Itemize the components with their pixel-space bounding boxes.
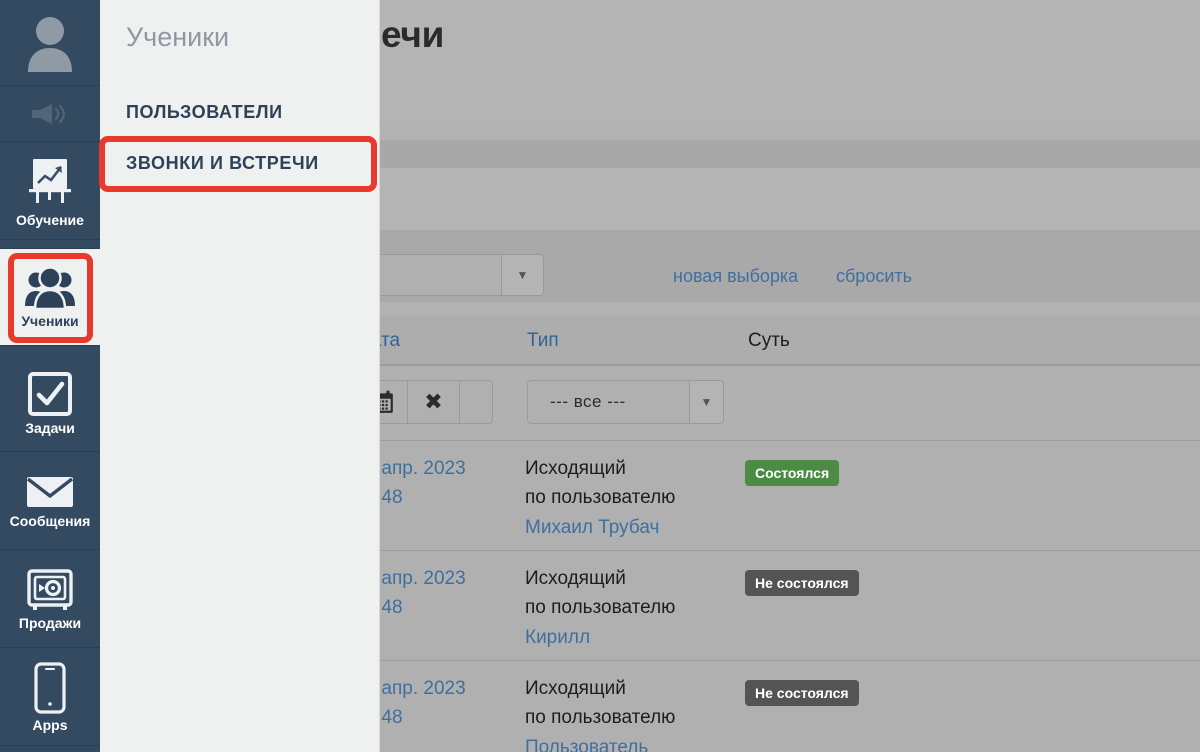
rail-spacer [0, 346, 100, 354]
sidebar-item-students[interactable]: Ученики [0, 248, 100, 346]
close-icon: ✖ [424, 389, 443, 414]
clear-date-button[interactable]: ✖ [408, 381, 460, 423]
type-filter-value[interactable]: --- все --- [528, 381, 689, 423]
cell-type-subject: по пользователю [525, 597, 676, 619]
column-header-essence: Суть [748, 330, 790, 351]
status-badge: Состоялся [745, 460, 840, 486]
user-avatar-icon [24, 14, 76, 72]
sidebar-item-label: Задачи [25, 419, 75, 436]
type-filter-dropdown[interactable]: --- все --- ▼ [527, 380, 724, 424]
sidebar-item-label: Продажи [18, 614, 82, 631]
cell-type-subject: по пользователю [525, 487, 676, 509]
new-selection-link[interactable]: новая выборка [673, 266, 798, 287]
panel-item-calls-and-meetings[interactable]: ЗВОНКИ И ВСТРЕЧИ [100, 146, 379, 180]
sidebar-item-messages[interactable]: Сообщения [0, 452, 100, 550]
checkbox-check-icon [27, 371, 73, 417]
sidebar-item-label: Ученики [21, 313, 79, 329]
app-screen: ...стречи ▼ новая выборка сбросить емое … [0, 0, 1200, 752]
safe-box-icon [26, 568, 74, 612]
sidebar-item-label: Обучение [16, 211, 84, 228]
megaphone-icon [30, 102, 70, 126]
cell-type-direction: Исходящий [525, 568, 626, 589]
cell-type: Исходящий по пользователю Пользователь [525, 674, 675, 752]
chevron-down-icon[interactable]: ▼ [689, 381, 723, 423]
cell-type-user-link[interactable]: Михаил Трубач [525, 513, 675, 542]
cell-type-direction: Исходящий [525, 678, 626, 699]
status-badge: Не состоялся [745, 570, 859, 596]
group-people-icon [23, 266, 77, 310]
sidebar-item-announcements[interactable] [0, 86, 100, 142]
cell-type: Исходящий по пользователю Михаил Трубач [525, 454, 675, 542]
sidebar-item-label: Сообщения [9, 512, 91, 529]
envelope-icon [25, 474, 75, 510]
presentation-chart-icon [23, 155, 77, 209]
chevron-down-icon[interactable]: ▼ [501, 255, 543, 295]
date-filter-spacer[interactable] [460, 381, 492, 423]
sidebar-item-label: Apps [32, 716, 68, 733]
sidebar-item-training[interactable]: Обучение [0, 142, 100, 240]
students-flyout-panel: Ученики ПОЛЬЗОВАТЕЛИ ЗВОНКИ И ВСТРЕЧИ [100, 0, 380, 752]
panel-title: Ученики [126, 22, 230, 52]
mobile-phone-icon [33, 661, 67, 714]
cell-type-subject: по пользователю [525, 707, 676, 729]
sidebar-item-apps[interactable]: Apps [0, 648, 100, 746]
column-header-type[interactable]: Тип [527, 330, 559, 352]
sidebar-item-avatar[interactable] [0, 0, 100, 86]
panel-item-label: ЗВОНКИ И ВСТРЕЧИ [126, 152, 319, 173]
reset-link[interactable]: сбросить [836, 266, 912, 287]
status-badge: Не состоялся [745, 680, 859, 706]
cell-type: Исходящий по пользователю Кирилл [525, 564, 675, 652]
sidebar-rail: Обучение Ученики Задачи Сообщения Продаж… [0, 0, 100, 752]
rail-spacer [0, 240, 100, 248]
panel-item-label: ПОЛЬЗОВАТЕЛИ [126, 101, 283, 122]
sidebar-item-sales[interactable]: Продажи [0, 550, 100, 648]
cell-type-user-link[interactable]: Пользователь [525, 733, 675, 752]
cell-type-user-link[interactable]: Кирилл [525, 623, 675, 652]
panel-item-users[interactable]: ПОЛЬЗОВАТЕЛИ [100, 96, 379, 128]
cell-type-direction: Исходящий [525, 458, 626, 479]
sidebar-item-tasks[interactable]: Задачи [0, 354, 100, 452]
